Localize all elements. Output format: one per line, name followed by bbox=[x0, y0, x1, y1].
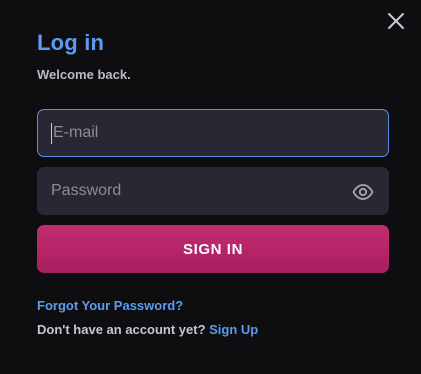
modal-subtitle: Welcome back. bbox=[37, 67, 131, 82]
signup-prompt: Don't have an account yet? Sign Up bbox=[37, 322, 258, 337]
sign-in-button[interactable]: SIGN IN bbox=[37, 225, 389, 273]
password-input[interactable] bbox=[38, 168, 388, 214]
login-modal: Log in Welcome back. SIGN IN Forgot Your… bbox=[0, 0, 421, 374]
modal-title: Log in bbox=[37, 30, 105, 55]
show-password-toggle[interactable] bbox=[352, 182, 374, 202]
password-field-wrapper bbox=[37, 167, 389, 215]
text-caret bbox=[51, 123, 52, 144]
sign-up-link[interactable]: Sign Up bbox=[209, 322, 258, 337]
email-field-wrapper bbox=[37, 109, 389, 157]
email-input[interactable] bbox=[38, 110, 388, 156]
close-icon bbox=[388, 13, 404, 29]
close-button[interactable] bbox=[386, 11, 406, 31]
forgot-password-link[interactable]: Forgot Your Password? bbox=[37, 298, 183, 313]
eye-icon bbox=[352, 184, 374, 200]
no-account-text: Don't have an account yet? bbox=[37, 322, 206, 337]
